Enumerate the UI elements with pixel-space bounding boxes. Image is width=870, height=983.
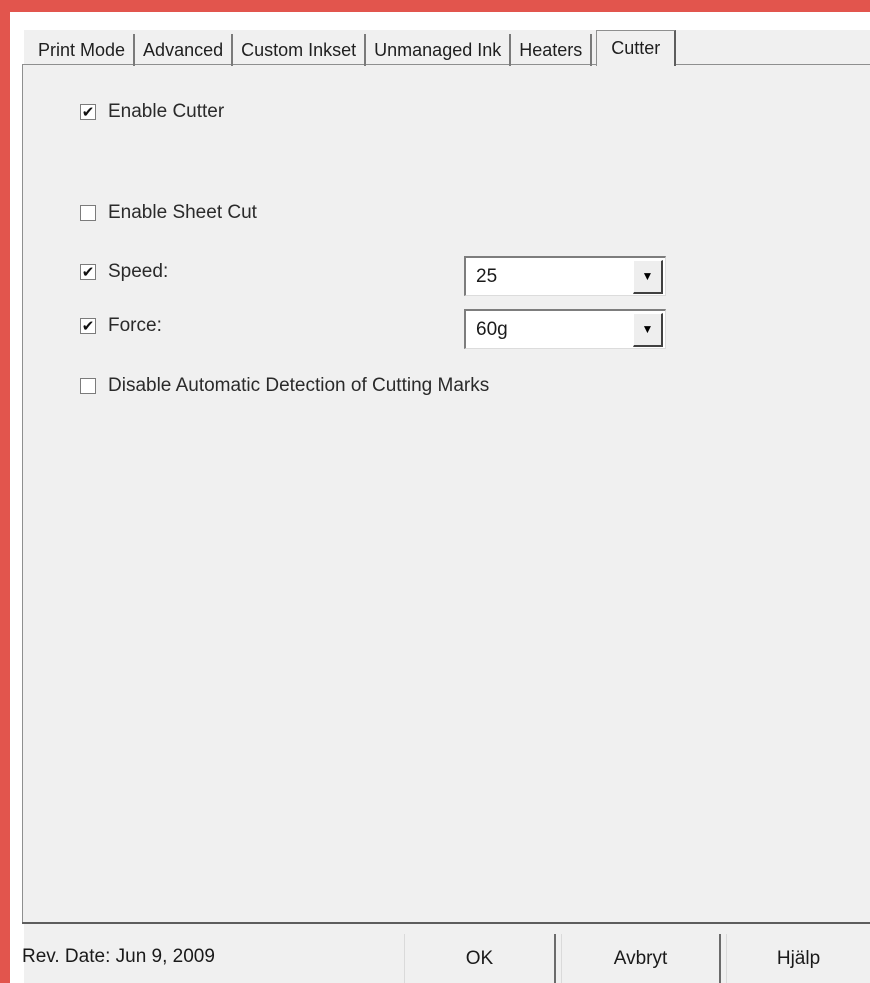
tab-strip: Print Mode Advanced Custom Inkset Unmana… bbox=[26, 30, 677, 66]
checkmark-icon: ✔ bbox=[81, 263, 95, 281]
disable-detection-checkbox[interactable] bbox=[80, 378, 96, 394]
force-value: 60g bbox=[476, 318, 508, 340]
force-option[interactable]: ✔ Force: bbox=[80, 315, 162, 337]
revision-date: Rev. Date: Jun 9, 2009 bbox=[22, 946, 215, 967]
force-dropdown-button[interactable]: ▼ bbox=[633, 312, 663, 347]
window-frame-top bbox=[0, 0, 870, 12]
speed-dropdown-button[interactable]: ▼ bbox=[633, 259, 663, 294]
enable-sheet-cut-label: Enable Sheet Cut bbox=[108, 202, 257, 223]
speed-option[interactable]: ✔ Speed: bbox=[80, 261, 168, 283]
tab-page-bottom-border bbox=[22, 922, 870, 924]
enable-cutter-option[interactable]: ✔ Enable Cutter bbox=[80, 101, 224, 123]
speed-checkbox[interactable]: ✔ bbox=[80, 264, 96, 280]
force-label: Force: bbox=[108, 315, 162, 336]
tab-advanced[interactable]: Advanced bbox=[135, 34, 234, 66]
window-frame-left bbox=[0, 0, 10, 983]
window-inner-border-top bbox=[10, 12, 870, 30]
chevron-down-icon: ▼ bbox=[641, 269, 654, 283]
enable-sheet-cut-option[interactable]: Enable Sheet Cut bbox=[80, 202, 257, 224]
enable-sheet-cut-checkbox[interactable] bbox=[80, 205, 96, 221]
tab-unmanaged-ink[interactable]: Unmanaged Ink bbox=[366, 34, 512, 66]
tab-print-mode[interactable]: Print Mode bbox=[26, 34, 136, 66]
ok-button[interactable]: OK bbox=[404, 934, 556, 983]
tab-custom-inkset[interactable]: Custom Inkset bbox=[233, 34, 367, 66]
disable-detection-label: Disable Automatic Detection of Cutting M… bbox=[108, 375, 490, 396]
checkmark-icon: ✔ bbox=[81, 103, 95, 121]
cutter-tab-page bbox=[22, 64, 870, 924]
speed-label: Speed: bbox=[108, 261, 169, 282]
speed-value: 25 bbox=[476, 265, 498, 287]
chevron-down-icon: ▼ bbox=[641, 322, 654, 336]
force-checkbox[interactable]: ✔ bbox=[80, 318, 96, 334]
force-dropdown[interactable]: 60g ▼ bbox=[464, 309, 666, 349]
tab-heaters[interactable]: Heaters bbox=[511, 34, 593, 66]
enable-cutter-checkbox[interactable]: ✔ bbox=[80, 104, 96, 120]
speed-dropdown[interactable]: 25 ▼ bbox=[464, 256, 666, 296]
checkmark-icon: ✔ bbox=[81, 317, 95, 335]
cutter-settings-dialog: Print Mode Advanced Custom Inkset Unmana… bbox=[0, 0, 870, 983]
cancel-button[interactable]: Avbryt bbox=[561, 934, 721, 983]
disable-detection-option[interactable]: Disable Automatic Detection of Cutting M… bbox=[80, 375, 489, 397]
tab-cutter[interactable]: Cutter bbox=[596, 30, 677, 66]
help-button[interactable]: Hjälp bbox=[726, 934, 870, 983]
enable-cutter-label: Enable Cutter bbox=[108, 101, 225, 122]
